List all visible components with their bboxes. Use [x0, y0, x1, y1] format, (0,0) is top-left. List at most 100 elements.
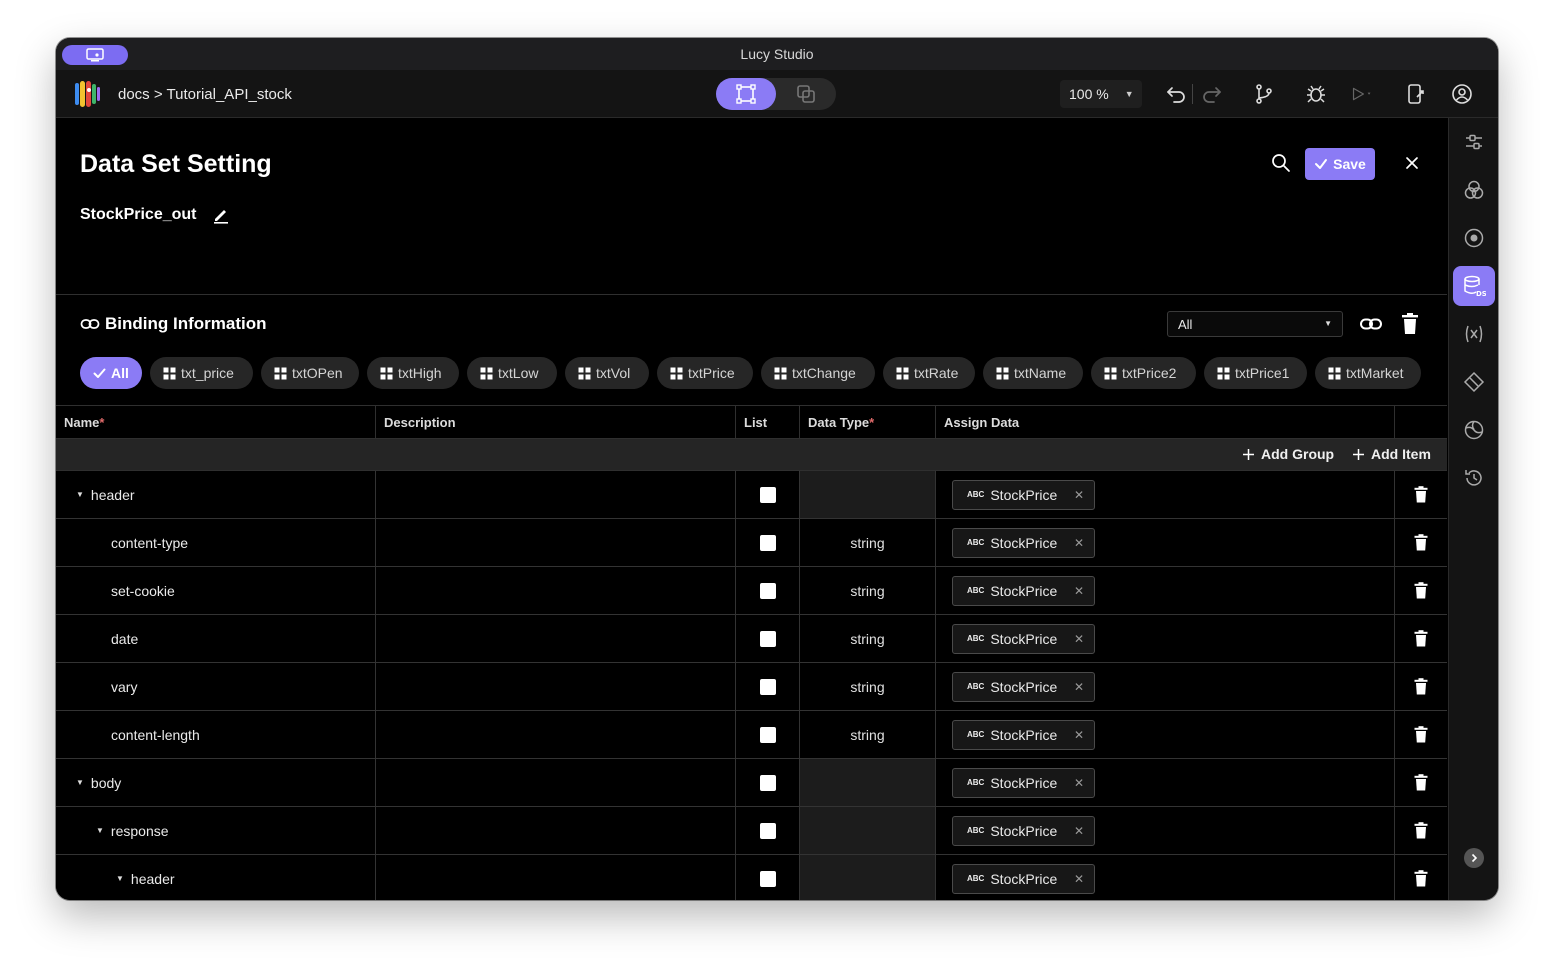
account-button[interactable] [1450, 82, 1474, 106]
row-type-cell[interactable]: string [800, 567, 936, 614]
remove-tag-icon[interactable]: ✕ [1074, 824, 1084, 838]
row-name-cell[interactable]: ▼ header [56, 471, 376, 518]
row-type-cell[interactable]: string [800, 519, 936, 566]
row-delete-button[interactable] [1395, 711, 1447, 758]
row-delete-button[interactable] [1395, 759, 1447, 806]
list-checkbox[interactable] [759, 486, 776, 503]
rail-variables-button[interactable] [1453, 314, 1495, 354]
add-group-button[interactable]: Add Group [1242, 446, 1334, 462]
row-delete-button[interactable] [1395, 567, 1447, 614]
caret-down-icon[interactable]: ▼ [76, 490, 84, 499]
rail-events-button[interactable] [1453, 218, 1495, 258]
rail-history-button[interactable] [1453, 458, 1495, 498]
row-delete-button[interactable] [1395, 519, 1447, 566]
undo-button[interactable] [1164, 82, 1188, 106]
binding-chip[interactable]: txtMarket [1315, 357, 1421, 389]
list-checkbox[interactable] [759, 678, 776, 695]
branch-button[interactable] [1252, 82, 1276, 106]
assign-data-tag[interactable]: ABC StockPrice ✕ [952, 527, 1095, 558]
binding-chip[interactable]: txtPrice1 [1204, 357, 1307, 389]
remove-tag-icon[interactable]: ✕ [1074, 488, 1084, 502]
delete-binding-button[interactable] [1399, 312, 1421, 341]
binding-chip[interactable]: txtVol [565, 357, 649, 389]
binding-chip[interactable]: txtName [983, 357, 1083, 389]
list-checkbox[interactable] [759, 726, 776, 743]
remove-tag-icon[interactable]: ✕ [1074, 584, 1084, 598]
row-description-cell[interactable] [376, 615, 736, 662]
row-description-cell[interactable] [376, 759, 736, 806]
binding-chip[interactable]: txtLow [467, 357, 557, 389]
rail-api-button[interactable] [1453, 410, 1495, 450]
assign-data-tag[interactable]: ABC StockPrice ✕ [952, 623, 1095, 654]
row-description-cell[interactable] [376, 663, 736, 710]
row-name-cell[interactable]: ▼ response [56, 807, 376, 854]
row-type-cell[interactable]: string [800, 615, 936, 662]
remove-tag-icon[interactable]: ✕ [1074, 872, 1084, 886]
edit-name-button[interactable] [212, 206, 230, 229]
search-button[interactable] [1270, 152, 1292, 179]
row-name-cell[interactable]: date [56, 615, 376, 662]
caret-down-icon[interactable]: ▼ [96, 826, 104, 835]
row-name-cell[interactable]: set-cookie [56, 567, 376, 614]
row-description-cell[interactable] [376, 519, 736, 566]
caret-down-icon[interactable]: ▼ [116, 874, 124, 883]
rail-properties-button[interactable] [1453, 122, 1495, 162]
list-checkbox[interactable] [759, 774, 776, 791]
rail-dataset-button[interactable]: DS [1453, 266, 1495, 306]
redo-button[interactable] [1200, 82, 1224, 106]
remove-tag-icon[interactable]: ✕ [1074, 776, 1084, 790]
assign-data-tag[interactable]: ABC StockPrice ✕ [952, 719, 1095, 750]
design-mode-button[interactable] [716, 78, 776, 110]
assign-data-tag[interactable]: ABC StockPrice ✕ [952, 671, 1095, 702]
caret-down-icon[interactable]: ▼ [76, 778, 84, 787]
assign-data-tag[interactable]: ABC StockPrice ✕ [952, 479, 1095, 510]
assign-data-tag[interactable]: ABC StockPrice ✕ [952, 575, 1095, 606]
zoom-select[interactable]: 100 % ▼ [1060, 80, 1142, 108]
binding-chip[interactable]: txt_price [150, 357, 253, 389]
remove-tag-icon[interactable]: ✕ [1074, 728, 1084, 742]
debug-button[interactable] [1304, 82, 1328, 106]
binding-chip[interactable]: txtPrice [657, 357, 753, 389]
binding-chip[interactable]: txtOPen [261, 357, 359, 389]
assign-data-tag[interactable]: ABC StockPrice ✕ [952, 767, 1095, 798]
row-delete-button[interactable] [1395, 615, 1447, 662]
row-type-cell[interactable]: string [800, 663, 936, 710]
row-type-cell[interactable]: string [800, 711, 936, 758]
remove-tag-icon[interactable]: ✕ [1074, 680, 1084, 694]
preview-mode-button[interactable] [776, 78, 836, 110]
binding-chip[interactable]: All [80, 357, 142, 389]
run-button[interactable] [1350, 82, 1374, 106]
remove-tag-icon[interactable]: ✕ [1074, 632, 1084, 646]
assign-data-tag[interactable]: ABC StockPrice ✕ [952, 815, 1095, 846]
add-item-button[interactable]: Add Item [1352, 446, 1431, 462]
row-description-cell[interactable] [376, 855, 736, 900]
binding-chip[interactable]: txtChange [761, 357, 875, 389]
close-button[interactable] [1401, 152, 1423, 179]
list-checkbox[interactable] [759, 630, 776, 647]
binding-chip[interactable]: txtRate [883, 357, 975, 389]
binding-chip[interactable]: txtHigh [367, 357, 459, 389]
row-delete-button[interactable] [1395, 855, 1447, 900]
assign-data-tag[interactable]: ABC StockPrice ✕ [952, 863, 1095, 894]
row-delete-button[interactable] [1395, 663, 1447, 710]
row-name-cell[interactable]: content-type [56, 519, 376, 566]
breadcrumb[interactable]: docs > Tutorial_API_stock [118, 86, 292, 103]
row-name-cell[interactable]: vary [56, 663, 376, 710]
row-delete-button[interactable] [1395, 807, 1447, 854]
rail-collapse-button[interactable] [1464, 848, 1484, 868]
row-description-cell[interactable] [376, 807, 736, 854]
device-preview-button[interactable] [1404, 82, 1428, 106]
bind-link-button[interactable] [1359, 312, 1383, 341]
rail-components-button[interactable] [1453, 362, 1495, 402]
list-checkbox[interactable] [759, 534, 776, 551]
binding-filter-select[interactable]: All ▼ [1167, 311, 1343, 337]
list-checkbox[interactable] [759, 822, 776, 839]
save-button[interactable]: Save [1305, 148, 1375, 180]
row-name-cell[interactable]: content-length [56, 711, 376, 758]
remove-tag-icon[interactable]: ✕ [1074, 536, 1084, 550]
binding-chip[interactable]: txtPrice2 [1091, 357, 1196, 389]
row-description-cell[interactable] [376, 567, 736, 614]
row-name-cell[interactable]: ▼ body [56, 759, 376, 806]
list-checkbox[interactable] [759, 870, 776, 887]
row-delete-button[interactable] [1395, 471, 1447, 518]
